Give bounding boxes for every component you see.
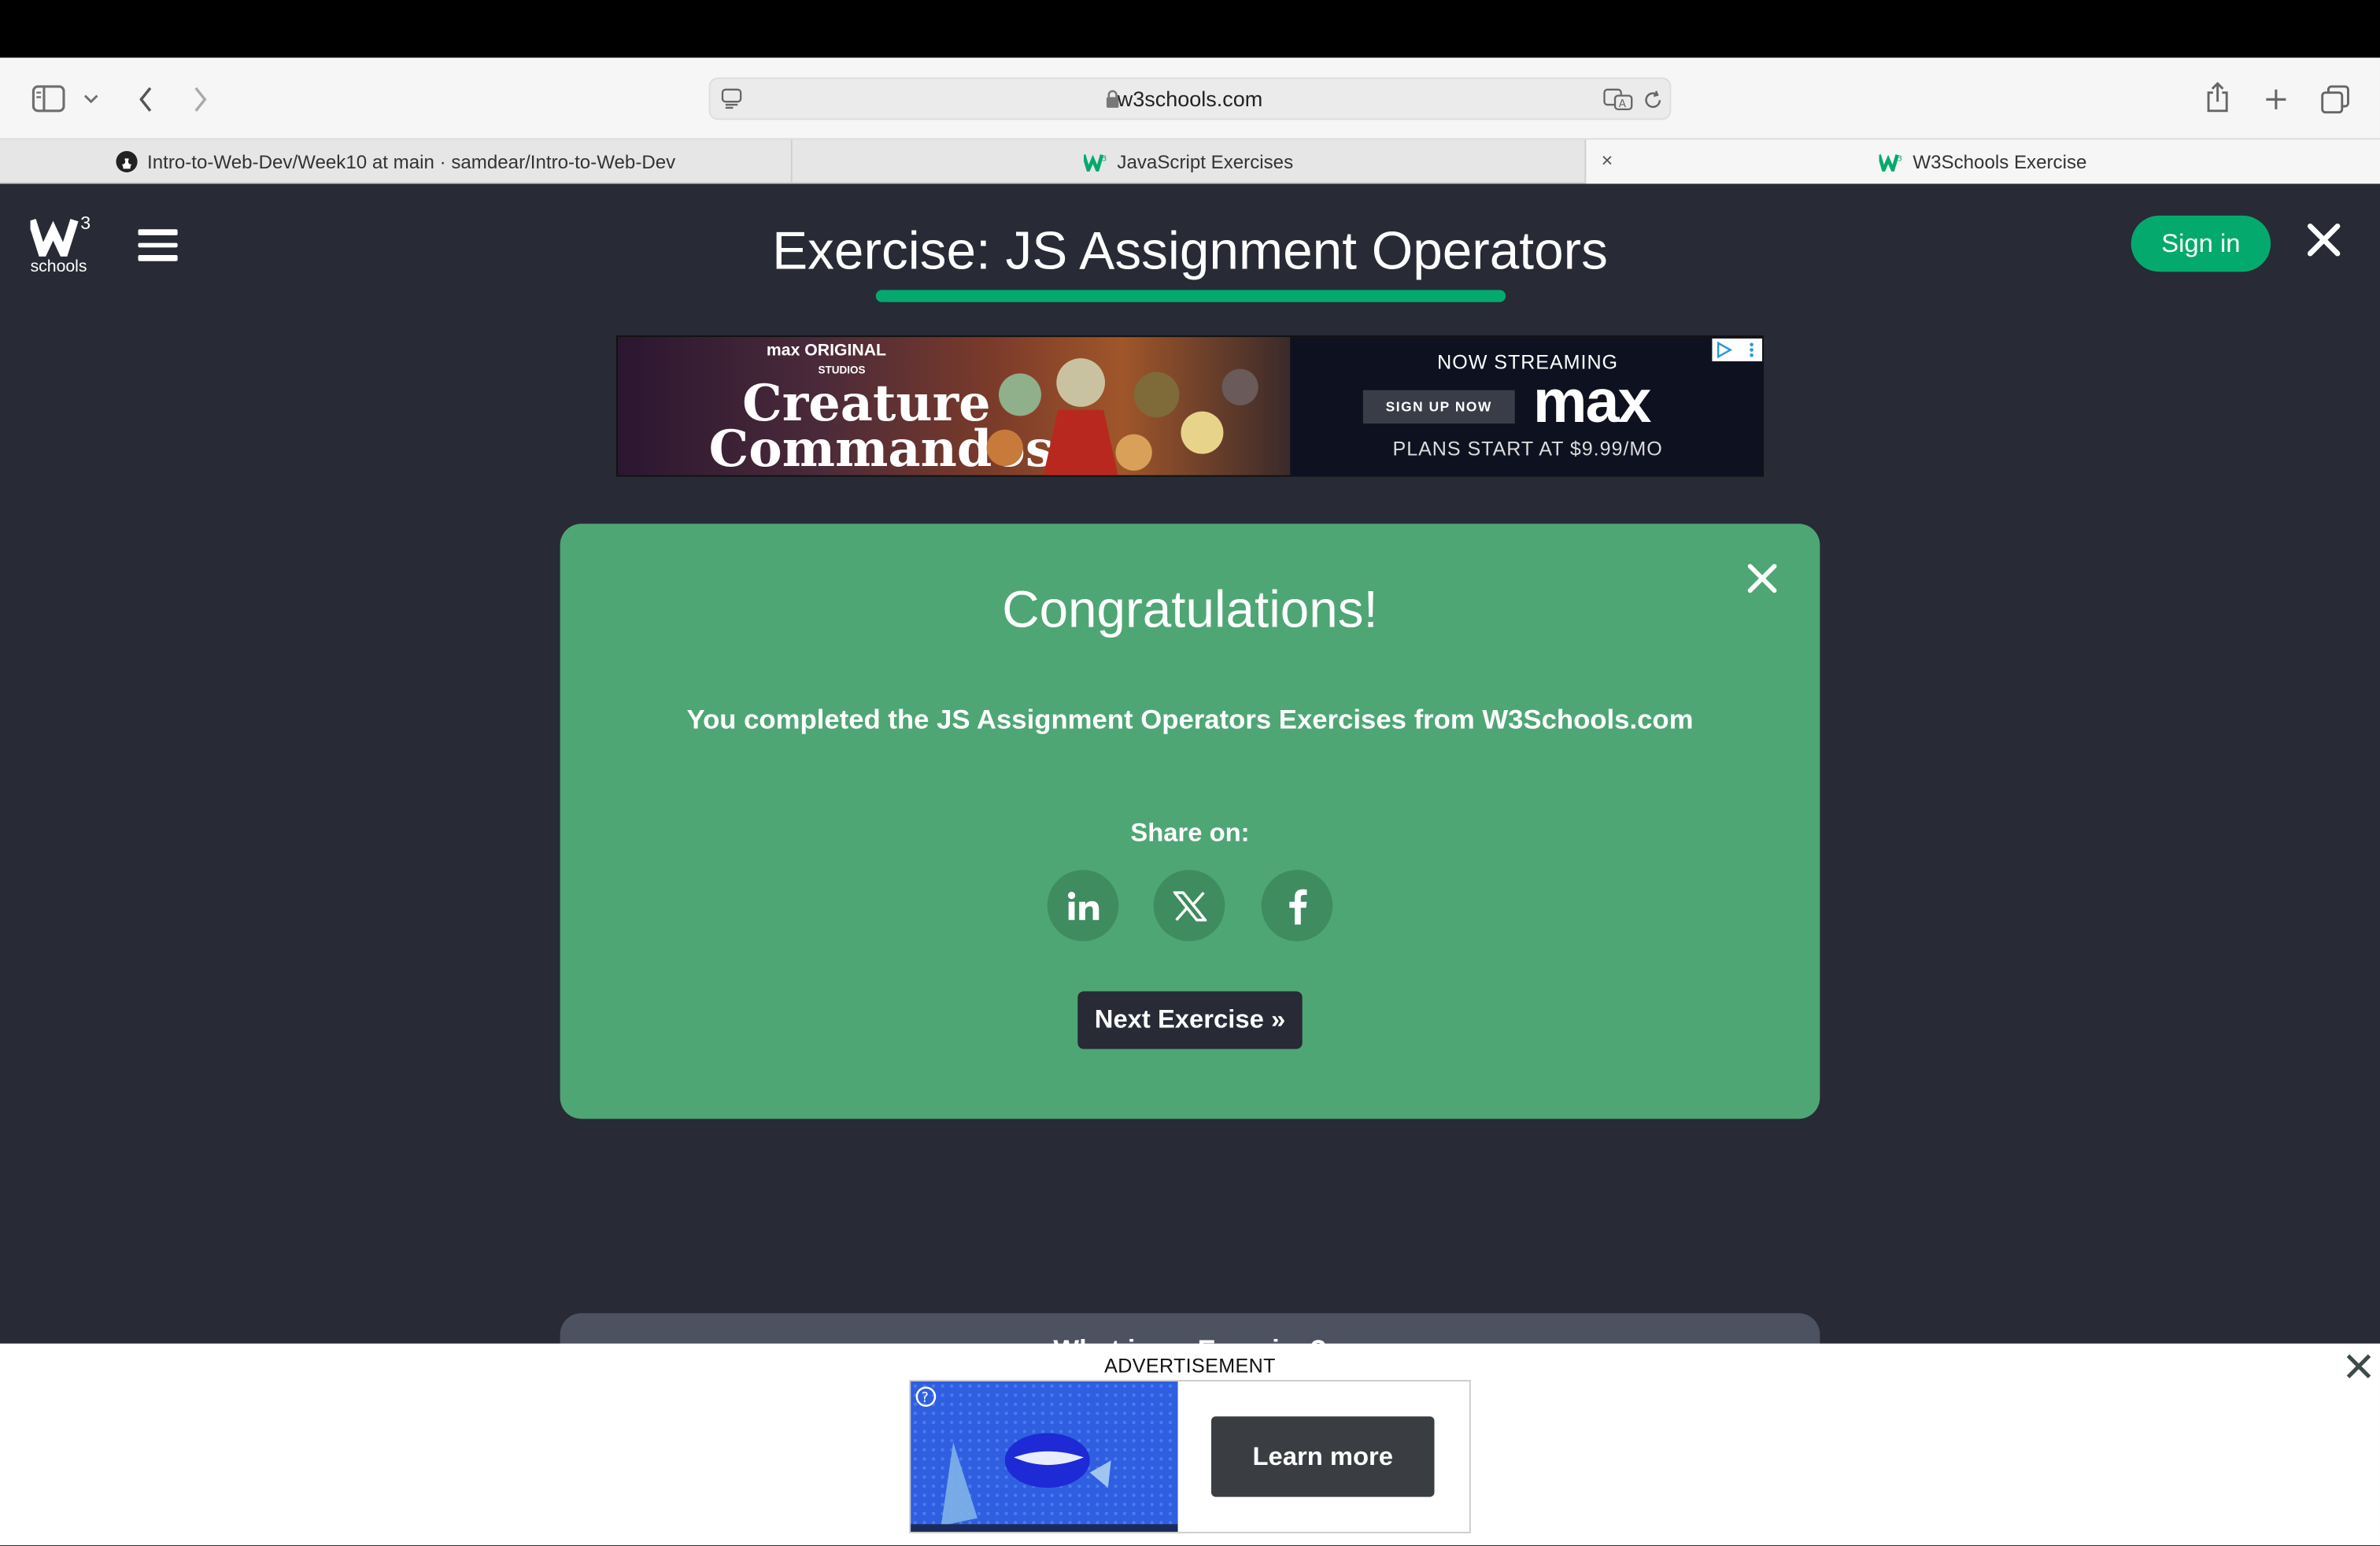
share-icon[interactable] [2201,79,2234,115]
ad-close-icon[interactable] [2345,1352,2373,1380]
ad-image: ? [911,1381,1178,1532]
ad-right-panel: NOW STREAMING SIGN UP NOW max PLANS STAR… [1290,337,1763,475]
close-icon[interactable] [2304,220,2344,260]
tab-close-icon[interactable]: × [1602,149,1613,172]
svg-text:A: A [1619,98,1627,110]
ad-price: PLANS START AT $9.99/MO [1392,437,1663,460]
tab-javascript-exercises[interactable]: 3 JavaScript Exercises [793,139,1587,184]
ad-artwork: max ORIGINAL STUDIOS Creature Commandos [617,337,1291,475]
logo-sup: 3 [80,212,91,234]
svg-text:3: 3 [1102,153,1107,162]
ad-creative[interactable]: ? Learn more [909,1380,1471,1533]
w3schools-logo[interactable]: 3 schools [30,212,98,278]
ad-brand-small: max ORIGINAL [766,341,887,361]
modal-title: Congratulations! [1002,581,1378,639]
top-advertisement[interactable]: max ORIGINAL STUDIOS Creature Commandos … [615,335,1764,477]
w3schools-icon: 3 [1083,153,1108,171]
forward-icon[interactable] [185,82,216,115]
top-bezel [0,0,2380,58]
share-label: Share on: [1130,818,1250,848]
tab-label: W3Schools Exercise [1913,150,2087,172]
linkedin-icon[interactable] [1047,870,1119,941]
tab-label: JavaScript Exercises [1117,150,1294,172]
tab-label: Intro-to-Web-Dev/Week10 at main · samdea… [147,150,676,172]
new-tab-icon[interactable] [2259,82,2292,115]
sign-in-button[interactable]: Sign in [2131,215,2271,272]
completion-message: You completed the JS Assignment Operator… [686,704,1694,735]
translate-icon[interactable]: A [1603,87,1634,113]
learn-more-button[interactable]: Learn more [1210,1416,1435,1497]
menu-icon[interactable] [138,229,178,262]
page-title: Exercise: JS Assignment Operators [772,221,1608,281]
browser-toolbar: w3schools.com A [0,57,2380,140]
ad-signup-button[interactable]: SIGN UP NOW [1362,390,1515,424]
back-icon[interactable] [131,82,161,115]
progress-underline [875,290,1506,302]
tab-overview-icon[interactable] [2318,82,2351,115]
ad-choices-icon[interactable] [1712,338,1763,361]
tab-github[interactable]: Intro-to-Web-Dev/Week10 at main · samdea… [0,139,793,184]
tab-w3schools-exercise[interactable]: × 3 W3Schools Exercise [1586,139,2380,184]
w3schools-icon: 3 [1879,153,1904,171]
url-text[interactable]: w3schools.com [711,87,1670,111]
next-exercise-button[interactable]: Next Exercise » [1077,991,1303,1049]
congratulations-modal: Congratulations! You completed the JS As… [560,523,1820,1119]
bottom-advertisement: ADVERTISEMENT ? Learn more [0,1343,2380,1546]
ad-characters-art [974,350,1278,475]
x-icon[interactable] [1153,870,1225,941]
github-icon [116,150,139,173]
facebook-icon[interactable] [1261,870,1333,941]
logo-text: schools [30,257,87,276]
svg-text:?: ? [922,1390,929,1406]
svg-text:3: 3 [1898,153,1902,162]
reload-icon[interactable] [1641,87,1665,113]
ad-label: ADVERTISEMENT [1104,1354,1276,1378]
ad-now-streaming: NOW STREAMING [1437,350,1619,374]
ad-brand: max [1532,368,1652,436]
chevron-down-icon[interactable] [80,88,102,109]
screen: w3schools.com A Intro-to-Web-Dev/Week10 … [0,0,2380,1546]
address-bar[interactable]: w3schools.com A [708,77,1672,120]
tab-bar: Intro-to-Web-Dev/Week10 at main · samdea… [0,139,2380,184]
sidebar-toggle-icon[interactable] [31,82,67,115]
